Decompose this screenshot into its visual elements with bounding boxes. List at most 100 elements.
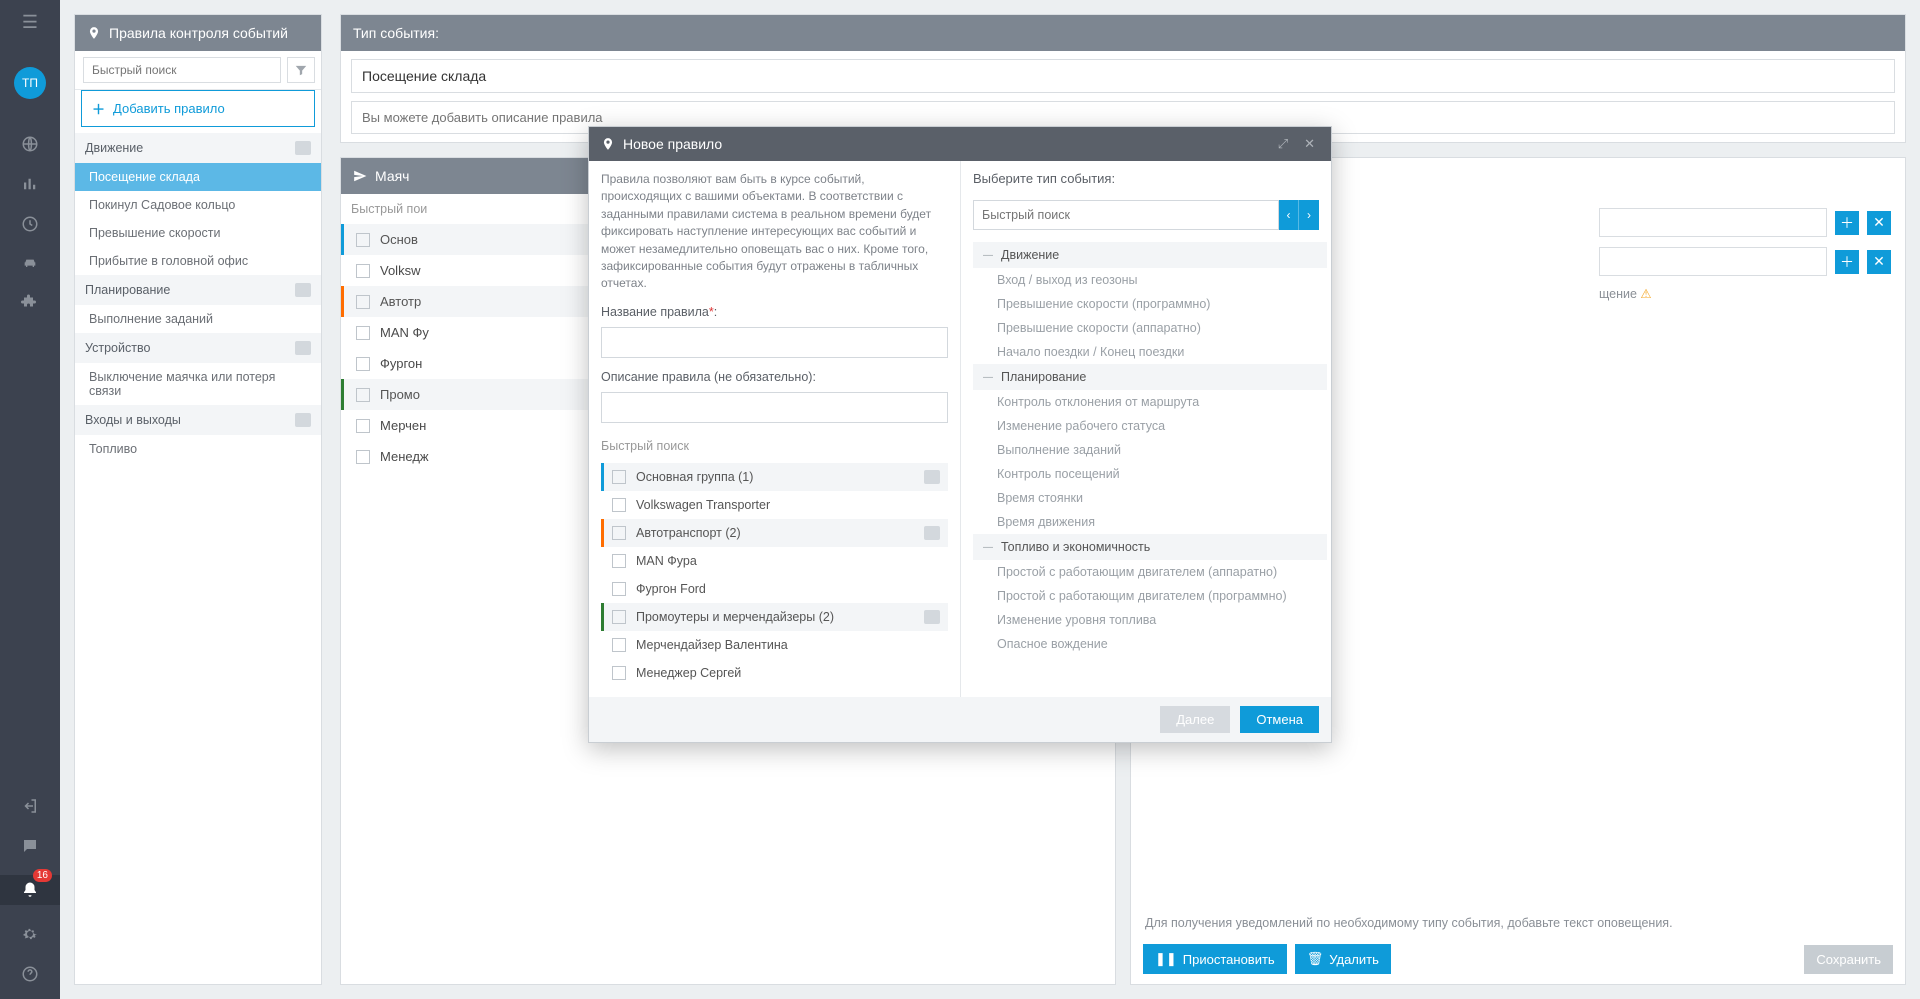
checkbox[interactable] [612, 666, 626, 680]
rule-group-header[interactable]: Движение [75, 133, 321, 163]
add-notification-button-2[interactable]: ＋ [1835, 250, 1859, 274]
rule-name-input[interactable] [601, 327, 948, 358]
event-next-button[interactable]: › [1299, 200, 1319, 230]
object-item[interactable]: Менеджер Сергей [601, 659, 948, 687]
notif-small-label: щение [1599, 287, 1637, 301]
rule-desc-input[interactable] [601, 392, 948, 423]
checkbox[interactable] [356, 295, 370, 309]
checkbox[interactable] [612, 582, 626, 596]
rule-group-header[interactable]: Устройство [75, 333, 321, 363]
help-icon[interactable] [21, 963, 39, 985]
event-option[interactable]: Изменение рабочего статуса [973, 414, 1327, 438]
left-rail: ☰ ТП 16 [0, 0, 60, 999]
chat-icon[interactable] [21, 835, 39, 857]
globe-icon[interactable] [21, 133, 39, 155]
event-option[interactable]: Простой с работающим двигателем (аппарат… [973, 560, 1327, 584]
bell-icon[interactable]: 16 [0, 875, 60, 905]
rule-item[interactable]: Выключение маячка или потеря связи [75, 363, 321, 405]
close-icon[interactable]: ✕ [1300, 136, 1319, 152]
remove-notification-button-2[interactable]: ✕ [1867, 250, 1891, 274]
add-rule-label: Добавить правило [113, 101, 225, 116]
car-icon[interactable] [21, 253, 39, 273]
checkbox[interactable] [356, 264, 370, 278]
checkbox[interactable] [356, 388, 370, 402]
checkbox[interactable] [612, 610, 626, 624]
save-button[interactable]: Сохранить [1804, 945, 1893, 974]
next-button[interactable]: Далее [1160, 706, 1230, 733]
event-prev-button[interactable]: ‹ [1279, 200, 1299, 230]
delete-button[interactable]: 🗑Удалить [1295, 944, 1391, 974]
object-group[interactable]: Основная группа (1) [601, 463, 948, 491]
menu-toggle-icon[interactable]: ☰ [22, 12, 38, 33]
checkbox[interactable] [612, 470, 626, 484]
modal-objects-search[interactable]: Быстрый поиск [601, 439, 948, 453]
checkbox[interactable] [356, 326, 370, 340]
object-item[interactable]: MAN Фура [601, 547, 948, 575]
clock-icon[interactable] [21, 213, 39, 235]
chevron-down-icon: — [983, 542, 993, 553]
checkbox[interactable] [612, 498, 626, 512]
event-type-card: Тип события: [340, 14, 1906, 143]
event-option[interactable]: Превышение скорости (программно) [973, 292, 1327, 316]
event-group-header[interactable]: —Топливо и экономичность [973, 534, 1327, 560]
object-group[interactable]: Автотранспорт (2) [601, 519, 948, 547]
event-search-input[interactable] [973, 200, 1279, 230]
object-group[interactable]: Промоутеры и мерчендайзеры (2) [601, 603, 948, 631]
event-option[interactable]: Вход / выход из геозоны [973, 268, 1327, 292]
expand-icon[interactable]: ⤢ [1274, 136, 1292, 152]
event-type-input[interactable] [351, 59, 1895, 93]
chat-icon [295, 413, 311, 427]
object-item[interactable]: Мерчендайзер Валентина [601, 631, 948, 659]
rule-item[interactable]: Покинул Садовое кольцо [75, 191, 321, 219]
checkbox[interactable] [612, 638, 626, 652]
event-option[interactable]: Время движения [973, 510, 1327, 534]
notification-field-1[interactable] [1599, 208, 1827, 237]
checkbox[interactable] [356, 450, 370, 464]
rule-item[interactable]: Топливо [75, 435, 321, 463]
chat-icon [924, 470, 940, 484]
remove-notification-button[interactable]: ✕ [1867, 211, 1891, 235]
rules-panel: Правила контроля событий ＋ Добавить прав… [74, 14, 322, 985]
event-option[interactable]: Начало поездки / Конец поездки [973, 340, 1327, 364]
event-option[interactable]: Простой с работающим двигателем (програм… [973, 584, 1327, 608]
avatar[interactable]: ТП [14, 67, 46, 99]
rule-item[interactable]: Превышение скорости [75, 219, 321, 247]
rules-search-input[interactable] [83, 57, 281, 83]
event-option[interactable]: Превышение скорости (аппаратно) [973, 316, 1327, 340]
notif-help-text: Для получения уведомлений по необходимом… [1131, 916, 1905, 934]
event-type-label: Выберите тип события: [973, 171, 1331, 186]
event-option[interactable]: Выполнение заданий [973, 438, 1327, 462]
add-rule-button[interactable]: ＋ Добавить правило [81, 90, 315, 127]
send-icon [353, 169, 367, 183]
event-group-header[interactable]: —Движение [973, 242, 1327, 268]
pause-button[interactable]: ❚❚Приостановить [1143, 944, 1287, 974]
notification-field-2[interactable] [1599, 247, 1827, 276]
filter-icon[interactable] [287, 57, 315, 83]
checkbox[interactable] [612, 554, 626, 568]
rule-group-header[interactable]: Планирование [75, 275, 321, 305]
rule-group-header[interactable]: Входы и выходы [75, 405, 321, 435]
event-option[interactable]: Опасное вождение [973, 632, 1327, 652]
pin-icon [601, 137, 615, 151]
rule-item[interactable]: Посещение склада [75, 163, 321, 191]
cancel-button[interactable]: Отмена [1240, 706, 1319, 733]
gear-icon[interactable] [21, 923, 39, 945]
checkbox[interactable] [356, 233, 370, 247]
event-option[interactable]: Изменение уровня топлива [973, 608, 1327, 632]
checkbox[interactable] [356, 357, 370, 371]
event-option[interactable]: Контроль посещений [973, 462, 1327, 486]
checkbox[interactable] [356, 419, 370, 433]
checkbox[interactable] [612, 526, 626, 540]
object-item[interactable]: Volkswagen Transporter [601, 491, 948, 519]
plus-icon: ＋ [92, 99, 105, 118]
event-option[interactable]: Время стоянки [973, 486, 1327, 510]
rule-item[interactable]: Выполнение заданий [75, 305, 321, 333]
rule-item[interactable]: Прибытие в головной офис [75, 247, 321, 275]
event-option[interactable]: Контроль отклонения от маршрута [973, 390, 1327, 414]
exit-icon[interactable] [21, 795, 39, 817]
chart-icon[interactable] [21, 173, 39, 195]
object-item[interactable]: Фургон Ford [601, 575, 948, 603]
add-notification-button[interactable]: ＋ [1835, 211, 1859, 235]
puzzle-icon[interactable] [21, 291, 39, 313]
event-group-header[interactable]: —Планирование [973, 364, 1327, 390]
